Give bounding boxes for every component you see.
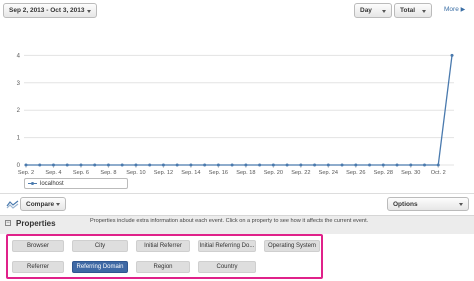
property-chip[interactable]: Referrer [12, 261, 64, 273]
properties-description: Properties include extra information abo… [90, 218, 369, 224]
more-label: More [444, 6, 459, 13]
data-point [244, 163, 248, 167]
data-point [230, 163, 234, 167]
data-point [134, 163, 138, 167]
data-point [313, 163, 317, 167]
chevron-right-icon: ▶ [460, 7, 466, 13]
measure-select[interactable]: Total [394, 3, 432, 18]
data-point [368, 163, 372, 167]
data-point [65, 163, 69, 167]
collapse-icon[interactable]: − [5, 220, 11, 226]
x-tick-label: Sep. 28 [374, 170, 393, 176]
property-chip[interactable]: Initial Referrer [136, 240, 190, 252]
options-button[interactable]: Options [387, 197, 469, 211]
measure-select-label: Total [400, 7, 416, 14]
data-point [216, 163, 220, 167]
data-point [285, 163, 289, 167]
property-chip[interactable]: Browser [12, 240, 64, 252]
x-tick-label: Sep. 24 [319, 170, 338, 176]
x-tick-label: Sep. 30 [401, 170, 420, 176]
unit-select-label: Day [360, 7, 372, 14]
line-chart: 0 1 2 3 4 Sep. 2 Sep. 4 Sep. 6 Sep. 8 Sep. 10 Sep.… [17, 53, 454, 176]
x-tick-label: Sep. 8 [100, 170, 116, 176]
x-tick-label: Sep. 10 [126, 170, 145, 176]
x-tick-label: Sep. 2 [18, 170, 34, 176]
chevron-down-icon [382, 9, 386, 13]
property-chip[interactable]: Referring Domain [72, 261, 128, 273]
x-tick-label: Sep. 22 [291, 170, 310, 176]
data-point [161, 163, 165, 167]
chevron-down-icon [422, 9, 426, 13]
chevron-down-icon [56, 203, 60, 206]
chevron-down-icon [459, 203, 463, 206]
more-link[interactable]: More ▶ [444, 6, 465, 13]
data-point [326, 163, 330, 167]
compare-button[interactable]: Compare [20, 197, 66, 211]
data-point [395, 163, 399, 167]
property-chip[interactable]: Initial Referring Do... [198, 240, 256, 252]
data-point [148, 163, 152, 167]
data-point [450, 53, 454, 57]
y-tick-label: 2 [17, 108, 21, 114]
data-point [79, 163, 83, 167]
data-point [381, 163, 385, 167]
data-point [436, 163, 440, 167]
data-point [51, 163, 55, 167]
data-point [106, 163, 110, 167]
data-point [120, 163, 124, 167]
x-tick-label: Sep. 18 [236, 170, 255, 176]
x-tick-label: Sep. 12 [154, 170, 173, 176]
data-point [409, 163, 413, 167]
x-tick-label: Oct. 2 [431, 170, 446, 176]
legend-series-label: localhost [40, 180, 64, 187]
chevron-down-icon [87, 9, 91, 13]
compare-label: Compare [26, 200, 55, 208]
data-point [175, 163, 179, 167]
data-point [38, 163, 42, 167]
data-point [271, 163, 275, 167]
y-tick-label: 0 [17, 163, 21, 169]
property-chip[interactable]: Country [198, 261, 256, 273]
data-point [340, 163, 344, 167]
y-tick-label: 4 [17, 53, 21, 59]
legend-swatch [28, 181, 37, 185]
data-point [203, 163, 207, 167]
date-range-label: Sep 2, 2013 - Oct 3, 2013 [9, 7, 85, 14]
x-tick-label: Sep. 4 [45, 170, 61, 176]
x-tick-label: Sep. 26 [346, 170, 365, 176]
compare-icon [6, 200, 19, 209]
x-tick-label: Sep. 16 [209, 170, 228, 176]
property-chip[interactable]: Region [136, 261, 190, 273]
unit-select[interactable]: Day [354, 3, 392, 18]
divider [0, 193, 474, 194]
y-tick-label: 3 [17, 81, 21, 87]
chart-legend[interactable]: localhost [24, 178, 128, 189]
x-tick-label: Sep. 6 [73, 170, 89, 176]
y-tick-label: 1 [17, 136, 21, 142]
properties-title: Properties [16, 219, 56, 228]
data-point [24, 163, 28, 167]
data-point [354, 163, 358, 167]
data-point [189, 163, 193, 167]
property-chip[interactable]: Operating System [264, 240, 320, 252]
x-tick-label: Sep. 20 [264, 170, 283, 176]
options-label: Options [393, 200, 418, 208]
data-point [93, 163, 97, 167]
data-point [423, 163, 427, 167]
data-point [258, 163, 262, 167]
data-point [299, 163, 303, 167]
date-range-picker[interactable]: Sep 2, 2013 - Oct 3, 2013 [3, 3, 97, 18]
x-tick-label: Sep. 14 [181, 170, 200, 176]
property-chip[interactable]: City [72, 240, 128, 252]
